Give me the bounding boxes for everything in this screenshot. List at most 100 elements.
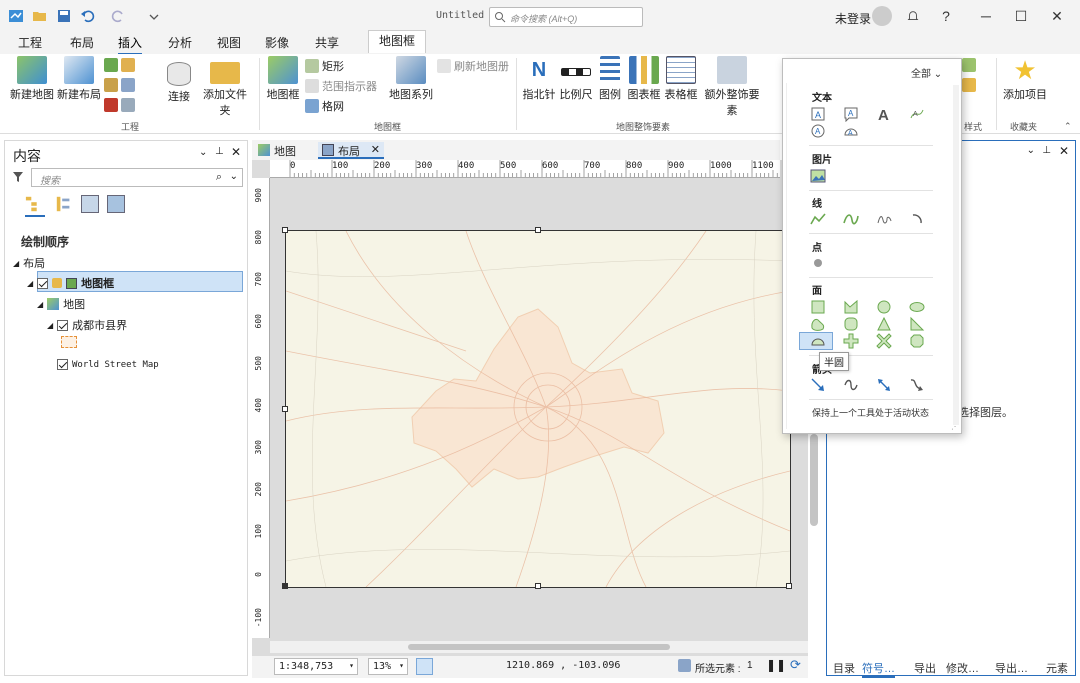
search-dropdown-icon[interactable]: ⌄ <box>230 171 238 182</box>
ellipse-icon[interactable] <box>909 299 925 315</box>
pane-options-icon[interactable]: ⌄ <box>1027 145 1035 156</box>
x-shape-icon[interactable] <box>876 333 892 349</box>
add-item-button[interactable]: ★ 添加项目 <box>1002 56 1048 102</box>
close-icon[interactable]: ✕ <box>1047 6 1067 26</box>
legend-button[interactable]: 图例 <box>597 56 623 102</box>
undo-icon[interactable] <box>80 8 96 24</box>
tab-export[interactable]: 导出 <box>914 660 936 676</box>
maximize-icon[interactable]: ☐ <box>1011 6 1031 26</box>
command-search-input[interactable]: 命令搜索 (Alt+Q) <box>489 7 643 27</box>
pin-icon[interactable]: ⊥ <box>1042 145 1051 156</box>
tab-export-2[interactable]: 导出… <box>995 660 1028 676</box>
freehand-polygon-icon[interactable] <box>810 316 826 332</box>
tab-modify[interactable]: 修改… <box>946 660 979 676</box>
lock-icon[interactable] <box>52 278 63 288</box>
octagon-icon[interactable] <box>909 333 925 349</box>
double-arrow-icon[interactable] <box>876 377 892 393</box>
arc-icon[interactable] <box>909 211 925 227</box>
resize-handle-sw[interactable] <box>282 583 288 589</box>
map-frame-visibility-checkbox[interactable] <box>37 277 49 289</box>
tab-layout[interactable]: 布局 <box>70 34 94 51</box>
map-frame-button[interactable]: 地图框 <box>266 56 300 102</box>
close-pane-icon[interactable]: ✕ <box>1059 144 1069 158</box>
tab-map-frame[interactable]: 地图框 <box>368 30 427 53</box>
scale-bar-button[interactable]: 比例尺 <box>558 56 594 102</box>
rounded-rectangle-icon[interactable] <box>843 316 859 332</box>
half-circle-icon[interactable] <box>810 333 826 349</box>
tab-share[interactable]: 共享 <box>315 34 339 51</box>
horizontal-scrollbar[interactable] <box>270 641 808 653</box>
text-box-icon[interactable]: A <box>810 106 826 122</box>
map-series-button[interactable]: 地图系列 <box>388 56 434 102</box>
add-folder-button[interactable]: 添加文件夹 <box>198 56 252 118</box>
tab-imagery[interactable]: 影像 <box>265 34 289 51</box>
snapping-icon[interactable] <box>416 658 433 675</box>
map-frame-element[interactable] <box>282 227 792 589</box>
tab-catalog[interactable]: 目录 <box>833 660 855 676</box>
pause-drawing-icon[interactable]: ❚❚ <box>766 658 786 672</box>
save-icon[interactable] <box>56 8 72 24</box>
tree-item-boundary-layer[interactable]: ◢ 成都市县界 <box>47 317 127 333</box>
avatar-icon[interactable] <box>872 6 892 26</box>
vertical-scrollbar-thumb[interactable] <box>810 434 818 526</box>
list-by-editing-icon[interactable] <box>107 195 125 213</box>
splined-text-icon[interactable]: A <box>843 123 859 139</box>
style-gallery-button-2[interactable] <box>962 78 976 92</box>
open-project-icon[interactable] <box>32 8 48 24</box>
circle-icon[interactable] <box>876 299 892 315</box>
scrollbar-thumb[interactable] <box>408 644 670 650</box>
connect-button[interactable]: 连接 <box>164 62 194 104</box>
collapse-ribbon-icon[interactable]: ⌃ <box>1064 121 1072 132</box>
refresh-map-series-button[interactable]: 刷新地图册 <box>437 58 509 74</box>
boundary-symbol-swatch[interactable] <box>61 336 77 348</box>
close-tab-icon[interactable]: ✕ <box>371 143 380 156</box>
tab-view[interactable]: 视图 <box>217 34 241 51</box>
right-triangle-icon[interactable] <box>909 316 925 332</box>
tab-map-view[interactable]: 地图 <box>254 142 302 159</box>
tab-project[interactable]: 工程 <box>18 34 42 51</box>
tree-item-map-frame-row[interactable]: ◢ 地图框 <box>27 275 114 291</box>
curved-text-icon[interactable]: A <box>909 106 925 122</box>
notification-icon[interactable] <box>903 6 923 26</box>
close-pane-icon[interactable]: ✕ <box>231 145 241 159</box>
pane-options-icon[interactable]: ⌄ <box>199 147 207 158</box>
boundary-layer-visibility-checkbox[interactable] <box>57 319 69 331</box>
plus-shape-icon[interactable] <box>843 333 859 349</box>
style-gallery-button-1[interactable] <box>962 58 976 72</box>
keep-tool-active-option[interactable]: 保持上一个工具处于活动状态 <box>812 406 929 419</box>
triangle-icon[interactable] <box>876 316 892 332</box>
toolbox-small-button[interactable] <box>104 58 135 72</box>
north-arrow-button[interactable]: N 指北针 <box>522 56 556 102</box>
polyline-icon[interactable] <box>810 211 826 227</box>
filter-icon[interactable] <box>12 171 24 183</box>
grid-button[interactable]: 格网 <box>305 98 344 114</box>
curve-icon[interactable] <box>843 211 859 227</box>
tree-item-basemap[interactable]: World Street Map <box>57 359 159 370</box>
refresh-icon[interactable]: ⟳ <box>790 657 801 673</box>
scale-selector[interactable]: 1:348,753 ▾ <box>274 658 358 675</box>
expand-icon[interactable]: ◢ <box>27 279 33 288</box>
extra-surround-button[interactable]: 额外整饰要素 <box>700 56 764 118</box>
pin-icon[interactable]: ⊥ <box>215 146 224 157</box>
resize-handle-se[interactable] <box>786 583 792 589</box>
new-map-button[interactable]: 新建地图 <box>8 56 56 102</box>
rectangle-button[interactable]: 矩形 <box>305 58 344 74</box>
new-layout-button[interactable]: 新建布局 <box>56 56 102 102</box>
point-icon[interactable] <box>810 255 826 271</box>
chart-frame-button[interactable]: 图表框 <box>627 56 661 102</box>
help-button[interactable]: ? <box>936 6 956 26</box>
customize-toolbar-icon[interactable] <box>146 8 162 24</box>
curved-arrow-icon[interactable] <box>843 377 859 393</box>
contents-search-input[interactable]: 搜索 ⌕ ⌄ <box>31 168 243 187</box>
resize-handle-w[interactable] <box>282 406 288 412</box>
straight-text-icon[interactable]: A <box>876 106 892 124</box>
extent-indicator-button[interactable]: 范围指示器 <box>305 78 377 94</box>
list-by-drawing-order-icon[interactable] <box>25 195 45 217</box>
list-by-selection-icon[interactable] <box>81 195 99 213</box>
tab-insert[interactable]: 插入 <box>118 34 143 55</box>
gallery-scrollbar[interactable] <box>953 85 959 425</box>
expand-icon[interactable]: ◢ <box>13 259 19 268</box>
gallery-filter-dropdown[interactable]: 全部 ⌄ <box>911 65 942 80</box>
basemap-visibility-checkbox[interactable] <box>57 359 68 370</box>
circle-text-icon[interactable]: A <box>810 123 826 139</box>
